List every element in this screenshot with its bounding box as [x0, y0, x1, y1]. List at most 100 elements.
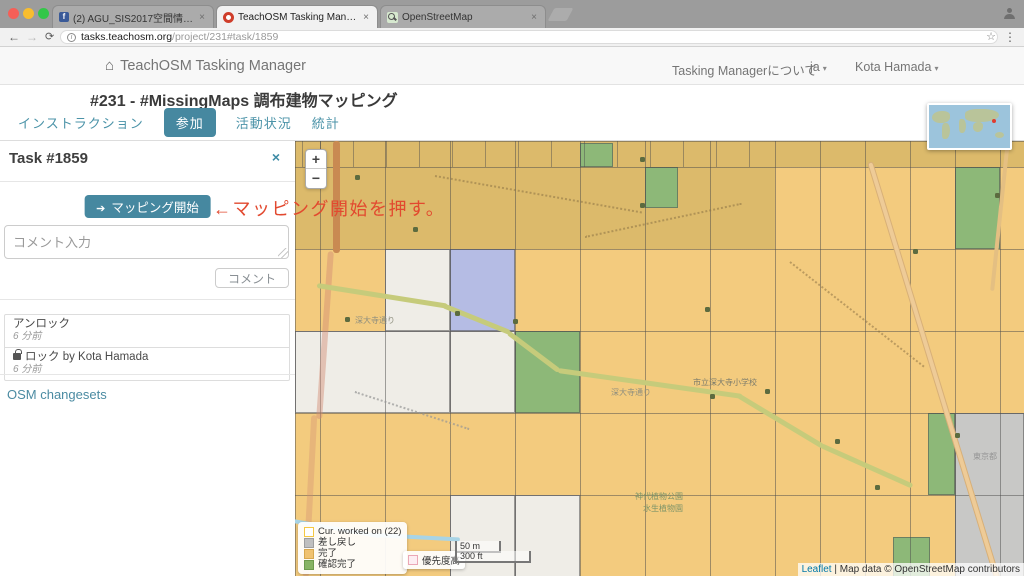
traffic-light-zoom-icon[interactable]	[38, 8, 49, 19]
task-history-list: アンロック 6 分前 ロック by Kota Hamada 6 分前	[4, 314, 290, 381]
brand-label: TeachOSM Tasking Manager	[120, 58, 306, 74]
tab-instructions[interactable]: インストラクション	[18, 113, 144, 132]
reload-button[interactable]: ⟳	[45, 28, 54, 46]
map-poi-icon	[955, 433, 960, 438]
legend-swatch-done	[304, 549, 314, 559]
scale-imperial: 300 ft	[455, 551, 531, 563]
arrow-icon: ➔	[96, 203, 105, 215]
site-header: ⌂ TeachOSM Tasking Manager Tasking Manage…	[0, 47, 1024, 85]
task-tile-working[interactable]	[450, 331, 515, 413]
chevron-down-icon: ▾	[823, 64, 827, 73]
task-title: Task #1859	[9, 150, 88, 167]
zoom-control: + −	[305, 149, 327, 189]
zoom-in-button[interactable]: +	[306, 150, 326, 169]
project-tabs: インストラクション 参加 活動状況 統計	[18, 110, 340, 134]
annotation-text: ←マッピング開始を押す。	[213, 195, 445, 221]
bookmark-star-icon[interactable]: ☆	[986, 30, 996, 44]
map-place-label: 深大寺通り	[355, 315, 395, 326]
traffic-light-close-icon[interactable]	[8, 8, 19, 19]
map-road	[820, 443, 913, 488]
comment-button[interactable]: コメント	[215, 268, 289, 288]
task-tile-validated[interactable]	[645, 167, 678, 208]
tab-title: OpenStreetMap	[402, 12, 525, 23]
browser-tabstrip: f (2) AGU_SIS2017空間情報シス.. × TeachOSM Tas…	[0, 0, 1024, 28]
map-poi-icon	[640, 157, 645, 162]
legend-label: 差し戻し	[318, 537, 356, 548]
legend-swatch-priority	[408, 555, 418, 565]
back-button[interactable]: ←	[8, 28, 20, 46]
map-place-label: 東京都	[973, 451, 997, 462]
task-tile-dark	[295, 141, 1024, 167]
tab-close-icon[interactable]: ×	[529, 12, 539, 23]
map-road	[737, 393, 824, 448]
browser-menu-icon[interactable]: ⋮	[1004, 29, 1016, 46]
history-action: アンロック	[13, 318, 281, 331]
screen: f (2) AGU_SIS2017空間情報シス.. × TeachOSM Tas…	[0, 0, 1024, 576]
browser-tab-teachosm[interactable]: TeachOSM Tasking Manager - ×	[216, 5, 378, 28]
map-poi-icon	[765, 389, 770, 394]
comment-input[interactable]	[4, 225, 289, 259]
tab-title: TeachOSM Tasking Manager -	[238, 12, 357, 23]
brand-link[interactable]: ⌂ TeachOSM Tasking Manager	[105, 57, 306, 74]
history-action: ロック by Kota Hamada	[25, 351, 148, 363]
legend-label: Cur. worked on (22)	[318, 526, 401, 537]
close-icon[interactable]: ×	[272, 149, 280, 165]
page-info-icon[interactable]: i	[67, 33, 76, 42]
divider	[0, 181, 295, 182]
map-poi-icon	[345, 317, 350, 322]
map-poi-icon	[995, 193, 1000, 198]
nav-about-link[interactable]: Tasking Managerについて	[672, 60, 820, 79]
map-attribution: Leaflet | Map data © OpenStreetMap contr…	[798, 563, 1024, 576]
overview-world-map	[927, 103, 1012, 150]
teachosm-icon	[223, 12, 234, 23]
legend-label: 完了	[318, 548, 337, 559]
tab-activity[interactable]: 活動状況	[236, 113, 292, 132]
tab-close-icon[interactable]: ×	[197, 12, 207, 23]
task-tile-validated[interactable]	[580, 143, 613, 167]
legend-swatch-validated	[304, 560, 314, 570]
map-poi-icon	[710, 394, 715, 399]
facebook-icon: f	[59, 12, 69, 22]
map-poi-icon	[913, 249, 918, 254]
url-bar[interactable]: i tasks.teachosm.org/project/231#task/18…	[60, 30, 998, 44]
home-icon: ⌂	[105, 57, 114, 74]
browser-toolbar: ← → ⟳ i tasks.teachosm.org/project/231#t…	[0, 28, 1024, 47]
nav-user-dropdown[interactable]: Kota Hamada▾	[855, 60, 938, 74]
map-poi-icon	[455, 311, 460, 316]
osm-magnifier-icon	[387, 12, 398, 23]
legend-label: 確認完了	[318, 559, 356, 570]
history-row: アンロック 6 分前	[5, 315, 289, 347]
map-place-label: 市立深大寺小学校	[693, 377, 757, 388]
leaflet-link[interactable]: Leaflet	[802, 564, 832, 575]
map-poi-icon	[413, 227, 418, 232]
browser-tab-facebook[interactable]: f (2) AGU_SIS2017空間情報シス.. ×	[52, 5, 214, 28]
scale-bar: 50 m 300 ft	[455, 541, 531, 563]
map-legend: Cur. worked on (22) 差し戻し 完了 確認完了	[298, 522, 407, 574]
start-mapping-button[interactable]: ➔マッピング開始	[84, 195, 211, 218]
traffic-light-minimize-icon[interactable]	[23, 8, 34, 19]
tab-close-icon[interactable]: ×	[361, 12, 371, 23]
tab-stats[interactable]: 統計	[312, 113, 340, 132]
task-tile-validated[interactable]	[955, 167, 1000, 249]
history-time: 6 分前	[13, 331, 281, 343]
browser-profile-icon[interactable]	[1003, 7, 1016, 20]
divider	[0, 299, 295, 300]
nav-language-dropdown[interactable]: ja▾	[810, 60, 827, 74]
page-title: #231 - #MissingMaps 調布建物マッピング	[90, 87, 398, 111]
new-tab-button[interactable]	[548, 8, 574, 21]
tab-contribute[interactable]: 参加	[164, 108, 216, 137]
url-path: /project/231#task/1859	[172, 31, 278, 43]
osm-changesets-link[interactable]: OSM changesets	[7, 387, 107, 402]
map-place-label: 水生植物園	[643, 503, 683, 514]
attribution-text: Map data © OpenStreetMap contributors	[840, 564, 1020, 575]
browser-tab-openstreetmap[interactable]: OpenStreetMap ×	[380, 5, 546, 28]
zoom-out-button[interactable]: −	[306, 169, 326, 188]
map-poi-icon	[875, 485, 880, 490]
map-place-label: 深大寺通り	[611, 387, 651, 398]
map-poi-icon	[835, 439, 840, 444]
lock-icon	[13, 353, 21, 360]
forward-button[interactable]: →	[26, 28, 38, 46]
task-tile-working[interactable]	[515, 495, 580, 576]
legend-swatch-returned	[304, 538, 314, 548]
map-poi-icon	[705, 307, 710, 312]
